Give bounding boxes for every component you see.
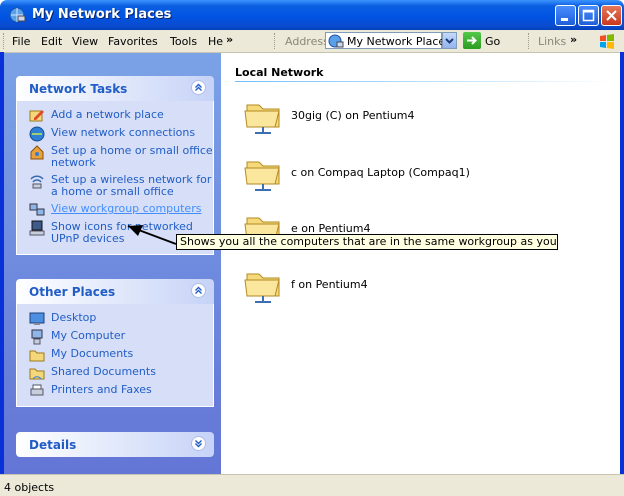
status-text: 4 objects	[4, 481, 55, 494]
links-overflow-chevron-icon[interactable]: »	[570, 33, 577, 46]
window-title: My Network Places	[32, 7, 172, 22]
my-computer-icon	[31, 329, 43, 345]
address-label: Address	[285, 35, 329, 48]
place-label[interactable]: My Computer	[51, 328, 213, 342]
address-dropdown-button[interactable]	[442, 32, 457, 49]
chevron-down-icon	[445, 38, 454, 44]
details-header[interactable]: Details	[16, 432, 214, 457]
my-documents-icon	[29, 350, 45, 362]
task-view-network-connections[interactable]: View network connections	[17, 125, 213, 143]
windows-logo-icon	[600, 34, 614, 49]
menu-help[interactable]: He	[208, 35, 223, 48]
task-setup-home-network[interactable]: Set up a home or small office network	[17, 143, 213, 172]
place-label[interactable]: Desktop	[51, 310, 213, 324]
maximize-icon	[582, 9, 595, 22]
place-desktop[interactable]: Desktop	[17, 310, 213, 328]
title-bar[interactable]: My Network Places	[0, 0, 624, 30]
place-my-computer[interactable]: My Computer	[17, 328, 213, 346]
minimize-icon	[561, 18, 568, 21]
task-add-network-place[interactable]: Add a network place	[17, 107, 213, 125]
task-view-workgroup-computers[interactable]: View workgroup computers	[17, 201, 213, 219]
minimize-button[interactable]	[555, 5, 576, 26]
network-places-icon	[328, 34, 344, 48]
chevron-down-icon	[195, 440, 202, 448]
task-label[interactable]: Set up a home or small office network	[51, 143, 213, 169]
explorer-window: My Network Places File Edit View Favorit…	[0, 0, 624, 496]
close-button[interactable]	[601, 5, 622, 26]
place-printers-faxes[interactable]: Printers and Faxes	[17, 382, 213, 400]
place-label[interactable]: Shared Documents	[51, 364, 213, 378]
menu-edit[interactable]: Edit	[41, 35, 62, 48]
other-places-list: Desktop My Computer My Documents Shared …	[16, 304, 214, 407]
network-tasks-panel: Network Tasks Add a network place View n…	[16, 76, 214, 255]
tooltip: Shows you all the computers that are in …	[176, 234, 558, 250]
desktop-icon	[29, 312, 45, 325]
menu-overflow-chevron-icon[interactable]: »	[226, 33, 233, 46]
toolbar-grip[interactable]	[3, 33, 7, 49]
group-divider	[235, 81, 615, 82]
links-grip[interactable]	[528, 33, 532, 49]
network-tasks-list: Add a network place View network connect…	[16, 101, 214, 255]
menu-bar: File Edit View Favorites Tools He » Addr…	[0, 30, 624, 53]
menu-view[interactable]: View	[72, 35, 98, 48]
printers-faxes-icon	[30, 384, 44, 396]
network-places-icon	[9, 7, 26, 23]
task-setup-wireless-network[interactable]: Set up a wireless network for a home or …	[17, 172, 213, 201]
group-title: Local Network	[235, 66, 324, 79]
network-tasks-header[interactable]: Network Tasks	[16, 76, 214, 101]
details-panel: Details	[16, 432, 214, 457]
wireless-network-icon	[30, 175, 44, 189]
add-network-place-icon	[29, 110, 44, 122]
network-share-label: c on Compaq Laptop (Compaq1)	[291, 166, 470, 179]
address-value: My Network Places	[347, 35, 451, 48]
task-label[interactable]: Set up a wireless network for a home or …	[51, 172, 213, 198]
status-bar: 4 objects	[0, 474, 624, 496]
network-tasks-title: Network Tasks	[29, 82, 128, 96]
upnp-devices-icon	[29, 220, 45, 236]
links-label[interactable]: Links	[538, 35, 566, 48]
menu-tools[interactable]: Tools	[170, 35, 197, 48]
address-input[interactable]: My Network Places	[325, 32, 451, 49]
close-icon	[606, 10, 617, 21]
go-label[interactable]: Go	[485, 35, 500, 48]
other-places-header[interactable]: Other Places	[16, 279, 214, 304]
address-grip[interactable]	[274, 33, 278, 49]
collapse-other-places-button[interactable]	[191, 283, 206, 298]
shared-documents-icon	[29, 368, 45, 380]
task-label[interactable]: Add a network place	[51, 107, 213, 121]
menu-favorites[interactable]: Favorites	[108, 35, 158, 48]
place-label[interactable]: Printers and Faxes	[51, 382, 213, 396]
place-label[interactable]: My Documents	[51, 346, 213, 360]
network-folder-icon	[244, 273, 280, 303]
expand-details-button[interactable]	[191, 436, 206, 451]
go-arrow-icon	[467, 36, 477, 45]
place-my-documents[interactable]: My Documents	[17, 346, 213, 364]
home-network-icon	[30, 145, 44, 160]
task-pane: Network Tasks Add a network place View n…	[4, 53, 221, 474]
chevron-up-icon	[195, 83, 202, 91]
other-places-title: Other Places	[29, 285, 116, 299]
go-button[interactable]	[463, 32, 481, 49]
task-label[interactable]: View network connections	[51, 125, 213, 139]
network-share-item[interactable]: c on Compaq Laptop (Compaq1)	[243, 152, 603, 194]
network-folder-icon	[244, 161, 280, 191]
task-label[interactable]: View workgroup computers	[51, 201, 213, 215]
network-share-label: f on Pentium4	[291, 278, 368, 291]
window-border-right	[620, 52, 624, 496]
other-places-panel: Other Places Desktop My Computer My Docu…	[16, 279, 214, 407]
maximize-button[interactable]	[578, 5, 599, 26]
network-connections-icon	[29, 126, 45, 142]
place-shared-documents[interactable]: Shared Documents	[17, 364, 213, 382]
chevron-up-icon	[195, 286, 202, 294]
details-title: Details	[29, 438, 77, 452]
network-share-item[interactable]: f on Pentium4	[243, 264, 603, 306]
network-share-item[interactable]: 30gig (C) on Pentium4	[243, 95, 603, 137]
network-share-label: 30gig (C) on Pentium4	[291, 109, 415, 122]
collapse-network-tasks-button[interactable]	[191, 80, 206, 95]
network-folder-icon	[244, 104, 280, 134]
workgroup-computers-icon	[29, 203, 45, 216]
menu-file[interactable]: File	[12, 35, 30, 48]
content-pane: Local Network 30gig (C) on Pentium4 c on…	[221, 53, 620, 474]
